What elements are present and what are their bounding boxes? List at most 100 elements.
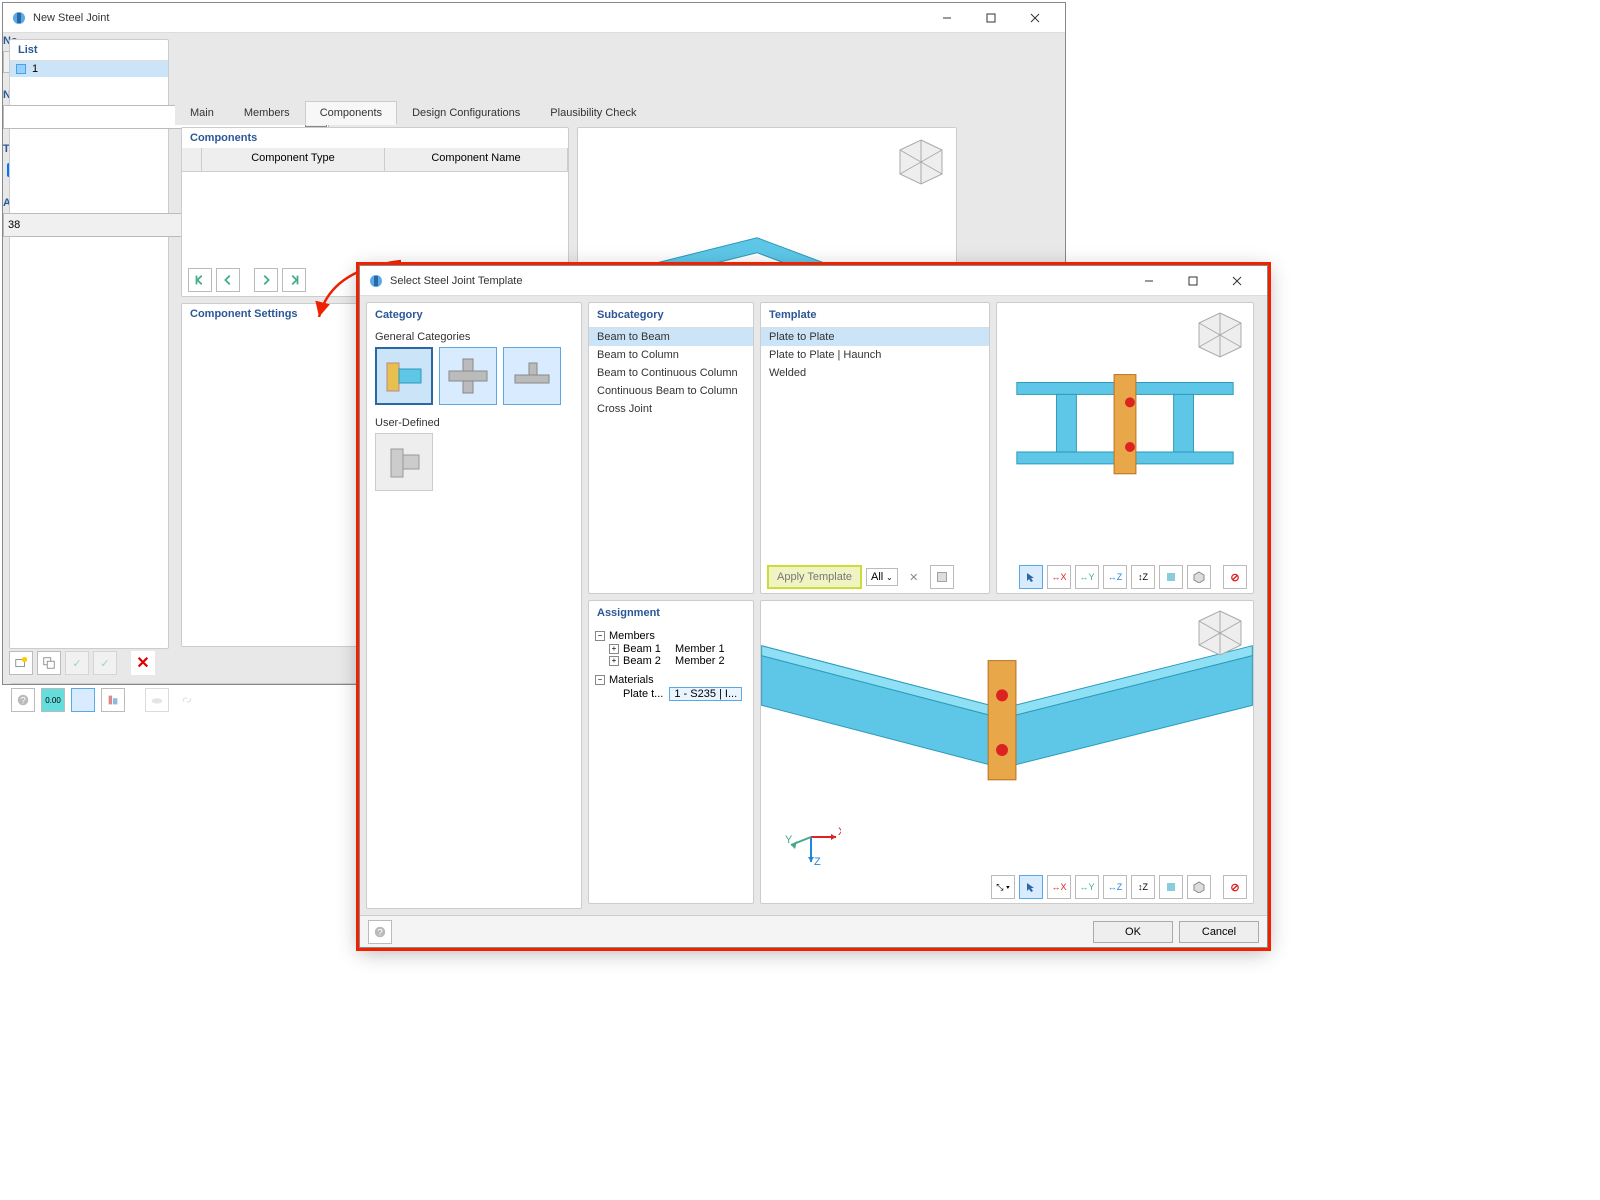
list-item-1[interactable]: 1	[10, 61, 168, 77]
tab-strip: Main Members Components Design Configura…	[175, 101, 652, 125]
units-button[interactable]: 0.00	[41, 688, 65, 712]
parent-title: New Steel Joint	[33, 12, 925, 24]
p2-render-button[interactable]	[1159, 875, 1183, 899]
ok-button[interactable]: OK	[1093, 921, 1173, 943]
tree-toggle-beam1[interactable]: +	[609, 644, 619, 654]
list-toolbar: ✓ ✓ ✕	[9, 651, 155, 675]
category-thumb-2[interactable]	[439, 347, 497, 405]
popup-title: Select Steel Joint Template	[390, 275, 1127, 287]
assignment-header: Assignment	[589, 601, 753, 625]
popup-close-button[interactable]	[1215, 267, 1259, 295]
template-preview-viewport[interactable]: ↔X ↔Y ↔Z ↕Z ⊘	[996, 302, 1254, 594]
category-thumb-3[interactable]	[503, 347, 561, 405]
move-last-button[interactable]	[282, 268, 306, 292]
minimize-button[interactable]	[925, 4, 969, 32]
popup-help-button[interactable]: ?	[368, 920, 392, 944]
tree-toggle-members[interactable]: −	[595, 631, 605, 641]
p2-wireframe-button[interactable]	[1187, 875, 1211, 899]
category-thumb-user[interactable]	[375, 433, 433, 491]
general-categories-label: General Categories	[367, 327, 581, 345]
user-defined-label: User-Defined	[367, 413, 581, 431]
template-panel: Template Plate to Plate Plate to Plate |…	[760, 302, 990, 594]
template-item-welded[interactable]: Welded	[761, 364, 989, 382]
subcat-item-beam-to-beam[interactable]: Beam to Beam	[589, 328, 753, 346]
tree-toggle-beam2[interactable]: +	[609, 656, 619, 666]
tab-components[interactable]: Components	[305, 101, 397, 125]
delete-item-button[interactable]: ✕	[131, 651, 155, 675]
p1-view-x-button[interactable]: ↔X	[1047, 565, 1071, 589]
p2-view-x-button[interactable]: ↔X	[1047, 875, 1071, 899]
preview2-toolbar: ⤡ ▾ ↔X ↔Y ↔Z ↕Z ⊘	[991, 875, 1247, 899]
viewcube-icon[interactable]	[1193, 309, 1247, 363]
close-button[interactable]	[1013, 4, 1057, 32]
new-item-button[interactable]	[9, 651, 33, 675]
list-header: List	[10, 40, 168, 60]
tab-main[interactable]: Main	[175, 101, 229, 125]
maximize-button[interactable]	[969, 4, 1013, 32]
p1-select-button[interactable]	[1019, 565, 1043, 589]
p2-view-y-button[interactable]: ↔Y	[1075, 875, 1099, 899]
subcat-item-cont-beam-to-column[interactable]: Continuous Beam to Column	[589, 382, 753, 400]
popup-maximize-button[interactable]	[1171, 267, 1215, 295]
tab-design-config[interactable]: Design Configurations	[397, 101, 535, 125]
viewcube-icon[interactable]	[1193, 607, 1247, 661]
help-button[interactable]: ?	[11, 688, 35, 712]
svg-text:X: X	[838, 826, 841, 838]
tree-toggle-materials[interactable]: −	[595, 675, 605, 685]
viewcube-icon[interactable]	[894, 136, 948, 190]
list-item-label: 1	[32, 63, 38, 75]
template-item-plate-to-plate[interactable]: Plate to Plate	[761, 328, 989, 346]
p2-select-button[interactable]	[1019, 875, 1043, 899]
category-header: Category	[367, 303, 581, 327]
row-header-button[interactable]	[182, 148, 202, 172]
p2-axis-dropdown[interactable]: ⤡ ▾	[991, 875, 1015, 899]
model-view-button[interactable]	[101, 688, 125, 712]
cloud-button[interactable]	[145, 688, 169, 712]
delete-template-button[interactable]: ✕	[902, 565, 926, 589]
tab-plausibility[interactable]: Plausibility Check	[535, 101, 651, 125]
link-button	[175, 688, 199, 712]
p2-view-z-button[interactable]: ↔Z	[1103, 875, 1127, 899]
preview1-toolbar: ↔X ↔Y ↔Z ↕Z ⊘	[1019, 565, 1247, 589]
popup-minimize-button[interactable]	[1127, 267, 1171, 295]
p1-wireframe-button[interactable]	[1187, 565, 1211, 589]
move-first-button[interactable]	[188, 268, 212, 292]
tab-members[interactable]: Members	[229, 101, 305, 125]
svg-text:Y: Y	[785, 834, 793, 846]
list-panel: List 1	[9, 39, 169, 649]
members-node-label: Members	[609, 630, 655, 642]
help-icon: ?	[16, 693, 30, 707]
popup-footer: ? OK Cancel	[360, 915, 1267, 947]
beam2-value: Member 2	[675, 655, 725, 667]
template-dialog: Select Steel Joint Template Category Gen…	[359, 265, 1268, 948]
check-button-2: ✓	[93, 651, 117, 675]
p1-iso-button[interactable]: ↕Z	[1131, 565, 1155, 589]
subcat-item-beam-to-column[interactable]: Beam to Column	[589, 346, 753, 364]
plate-label: Plate t...	[623, 688, 663, 700]
subcat-item-cross-joint[interactable]: Cross Joint	[589, 400, 753, 418]
apply-template-button[interactable]: Apply Template	[767, 565, 862, 589]
save-template-button[interactable]	[930, 565, 954, 589]
model-preview-viewport[interactable]: X Y Z ⤡ ▾ ↔X ↔Y ↔Z ↕Z ⊘	[760, 600, 1254, 904]
category-thumb-1[interactable]	[375, 347, 433, 405]
p2-iso-button[interactable]: ↕Z	[1131, 875, 1155, 899]
template-item-plate-to-plate-haunch[interactable]: Plate to Plate | Haunch	[761, 346, 989, 364]
filter-all-combo[interactable]: All ⌄	[866, 568, 898, 586]
p1-view-y-button[interactable]: ↔Y	[1075, 565, 1099, 589]
template-toolbar: Apply Template All ⌄ ✕	[767, 565, 983, 589]
p1-reset-button[interactable]: ⊘	[1223, 565, 1247, 589]
p2-reset-button[interactable]: ⊘	[1223, 875, 1247, 899]
cancel-button[interactable]: Cancel	[1179, 921, 1259, 943]
app-icon	[11, 10, 27, 26]
beam2-label: Beam 2	[623, 655, 661, 667]
copy-item-button[interactable]	[37, 651, 61, 675]
subcat-item-beam-to-cont-column[interactable]: Beam to Continuous Column	[589, 364, 753, 382]
popup-titlebar: Select Steel Joint Template	[360, 266, 1267, 296]
move-prev-button[interactable]	[216, 268, 240, 292]
plate-material-combo[interactable]: 1 - S235 | I...	[669, 687, 742, 701]
move-next-button[interactable]	[254, 268, 278, 292]
parent-titlebar: New Steel Joint	[3, 3, 1065, 33]
p1-view-z-button[interactable]: ↔Z	[1103, 565, 1127, 589]
p1-render-button[interactable]	[1159, 565, 1183, 589]
colors-button[interactable]	[71, 688, 95, 712]
